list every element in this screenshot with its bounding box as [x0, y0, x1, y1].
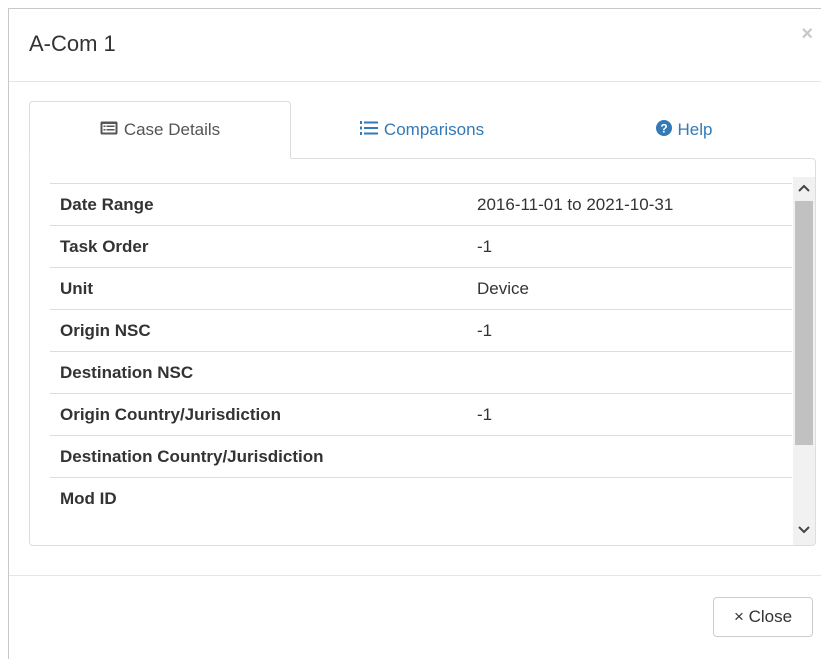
scroll-up-icon[interactable]	[793, 177, 815, 199]
row-label: Unit	[60, 278, 94, 298]
row-label: Destination NSC	[60, 362, 194, 382]
row-value: -1	[477, 320, 493, 340]
row-value: -1	[477, 236, 493, 256]
row-value: 2016-11-01 to 2021-10-31	[477, 194, 674, 214]
question-circle-icon: ?	[655, 119, 672, 141]
scroll-down-icon[interactable]	[793, 519, 815, 541]
row-label: Mod ID	[60, 488, 117, 508]
modal-title: A-Com 1	[29, 31, 116, 56]
svg-text:?: ?	[660, 121, 667, 135]
row-label: Origin Country/Jurisdiction	[60, 404, 282, 424]
tab-help[interactable]: ? Help	[553, 101, 815, 159]
table-row: Unit Device	[50, 267, 792, 309]
tab-case-details[interactable]: Case Details	[29, 101, 291, 159]
case-details-panel: Date Range 2016-11-01 to 2021-10-31 Task O…	[29, 158, 816, 546]
tab-case-details-label: Case Details	[123, 120, 221, 139]
modal-footer: × Close	[9, 575, 821, 661]
close-button[interactable]: × Close	[713, 597, 813, 637]
table-row: Destination Country/Jurisdiction	[50, 435, 792, 477]
table-row: Mod ID	[50, 477, 792, 519]
table-row: Origin Country/Jurisdiction -1	[50, 393, 792, 435]
tab-comparisons-label: Comparisons	[383, 120, 485, 139]
row-label: Task Order	[60, 236, 149, 256]
tab-comparisons[interactable]: Comparisons	[291, 101, 553, 159]
close-icon[interactable]: ×	[801, 23, 813, 46]
tab-bar: Case Details Comparisons ? Help	[29, 101, 821, 159]
details-table: Date Range 2016-11-01 to 2021-10-31 Task O…	[50, 183, 792, 519]
table-row: Origin NSC -1	[50, 309, 792, 351]
table-row: Task Order -1	[50, 225, 792, 267]
row-label: Origin NSC	[60, 320, 151, 340]
row-label: Date Range	[60, 194, 154, 214]
row-value: Device	[477, 278, 529, 298]
vertical-scrollbar[interactable]	[793, 177, 815, 545]
table-row: Date Range 2016-11-01 to 2021-10-31	[50, 183, 792, 225]
list-ol-icon	[359, 120, 378, 141]
row-label: Destination Country/Jurisdiction	[60, 446, 324, 466]
modal-header: A-Com 1 ×	[9, 9, 821, 82]
list-alt-icon	[100, 120, 118, 140]
table-row: Destination NSC	[50, 351, 792, 393]
scrollbar-thumb[interactable]	[795, 201, 813, 445]
tab-help-label: Help	[677, 120, 713, 139]
row-value: -1	[477, 404, 493, 424]
case-details-modal: A-Com 1 × Case Details Comparisons ? Hel…	[8, 8, 821, 659]
